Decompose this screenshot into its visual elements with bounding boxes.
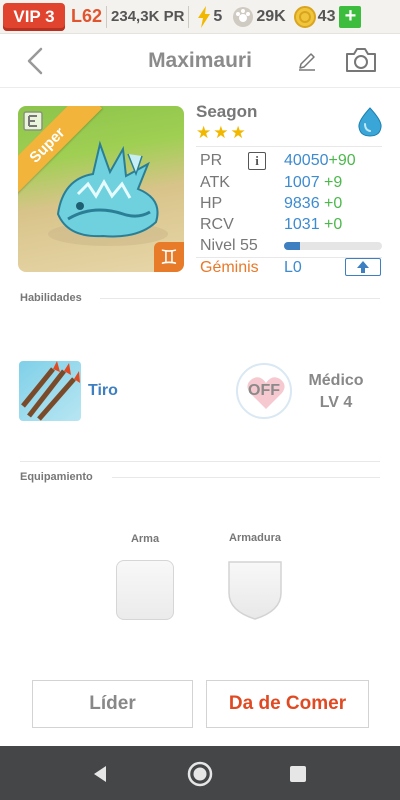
stat-pr-label: PR bbox=[200, 152, 223, 169]
armor-slot-label: Armadura bbox=[229, 532, 281, 544]
set-leader-button[interactable]: Líder bbox=[32, 680, 193, 728]
back-button[interactable] bbox=[22, 44, 48, 78]
zodiac-sign-level: L0 bbox=[284, 259, 302, 276]
page-title: Maximauri bbox=[148, 48, 252, 72]
stat-hp-value: 9836 bbox=[284, 195, 320, 212]
chevron-left-icon bbox=[27, 47, 43, 75]
zodiac-sign-label: Géminis bbox=[200, 259, 259, 276]
star-icon: ★ bbox=[230, 123, 246, 142]
stat-atk-bonus: +9 bbox=[324, 174, 343, 191]
stat-atk-label: ATK bbox=[200, 174, 230, 191]
energy-value: 5 bbox=[213, 7, 223, 25]
monster-image bbox=[48, 140, 168, 246]
edit-name-button[interactable] bbox=[296, 50, 318, 72]
leader-skill-state: OFF bbox=[248, 382, 280, 399]
weapon-slot-label: Arma bbox=[130, 533, 160, 545]
armor-slot[interactable] bbox=[226, 559, 284, 621]
divider bbox=[106, 5, 108, 28]
triangle-back-icon bbox=[94, 766, 106, 782]
stat-rcv-bonus: +0 bbox=[324, 216, 343, 233]
square-recents-icon bbox=[290, 766, 306, 782]
monster-detail-screen: VIP 3 L62 234,3K PR 5 29K 43 + Maximauri… bbox=[0, 0, 400, 800]
pencil-icon bbox=[299, 53, 315, 71]
leader-skill-name: Médico bbox=[308, 372, 364, 389]
leader-skill-badge[interactable]: OFF bbox=[236, 363, 292, 419]
divider bbox=[112, 477, 380, 478]
stat-rcv-value: 1031 bbox=[284, 216, 320, 233]
stat-pr-value: 40050 bbox=[284, 152, 329, 169]
stat-pr-row: 40050+90 bbox=[284, 152, 356, 170]
stat-hp-row: 9836 +0 bbox=[284, 195, 342, 213]
resource-bar: VIP 3 L62 234,3K PR 5 29K 43 + bbox=[0, 0, 400, 34]
food-value: 29K bbox=[256, 7, 286, 25]
vip-badge[interactable]: VIP 3 bbox=[3, 2, 65, 31]
nav-home-button[interactable] bbox=[186, 760, 214, 788]
stat-atk-value: 1007 bbox=[284, 174, 320, 191]
nav-back-button[interactable] bbox=[88, 762, 112, 786]
feed-button[interactable]: Da de Comer bbox=[206, 680, 369, 728]
stat-atk-row: 1007 +9 bbox=[284, 174, 342, 192]
level-label: Nivel 55 bbox=[200, 237, 258, 254]
monster-portrait[interactable]: Super ♊ bbox=[18, 106, 184, 272]
system-navigation-bar bbox=[0, 746, 400, 800]
arrow-up-icon bbox=[357, 261, 369, 273]
stat-rcv-row: 1031 +0 bbox=[284, 216, 342, 234]
skill-name[interactable]: Tiro bbox=[88, 382, 118, 400]
total-power: 234,3K PR bbox=[111, 8, 185, 25]
energy-counter[interactable]: 5 bbox=[197, 5, 223, 28]
star-icon: ★ bbox=[213, 123, 229, 142]
nav-recents-button[interactable] bbox=[287, 763, 309, 785]
coin-counter[interactable]: 43 bbox=[293, 5, 336, 28]
camera-icon bbox=[346, 48, 376, 72]
star-rating: ★ ★ ★ bbox=[196, 124, 246, 141]
circle-home-icon bbox=[187, 761, 213, 787]
stat-hp-label: HP bbox=[200, 195, 223, 212]
skill-icon[interactable] bbox=[19, 361, 81, 421]
equipped-badge-icon bbox=[23, 111, 43, 131]
level-progress-bar bbox=[284, 242, 382, 250]
camera-button[interactable] bbox=[344, 46, 378, 74]
page-header: Maximauri bbox=[0, 34, 400, 88]
abilities-section-title: Habilidades bbox=[20, 292, 82, 304]
lightning-icon bbox=[197, 5, 211, 28]
food-counter[interactable]: 29K bbox=[232, 6, 286, 28]
info-button[interactable]: i bbox=[248, 152, 266, 170]
divider bbox=[20, 461, 380, 462]
water-element-icon bbox=[358, 107, 382, 137]
star-icon: ★ bbox=[196, 123, 212, 142]
upgrade-sign-button[interactable] bbox=[345, 258, 381, 276]
arrows-skill-icon bbox=[21, 361, 80, 421]
stat-hp-bonus: +0 bbox=[324, 195, 343, 212]
player-level: L62 bbox=[71, 6, 103, 26]
stat-pr-bonus: +90 bbox=[328, 152, 356, 169]
equipment-section-title: Equipamiento bbox=[20, 471, 93, 483]
coin-icon bbox=[293, 5, 316, 28]
coin-value: 43 bbox=[317, 7, 336, 25]
weapon-slot[interactable] bbox=[116, 560, 174, 620]
species-name: Seagon bbox=[196, 102, 258, 121]
level-progress-fill bbox=[284, 242, 300, 250]
stat-rcv-label: RCV bbox=[200, 216, 234, 233]
add-currency-button[interactable]: + bbox=[339, 5, 362, 28]
food-icon bbox=[232, 6, 254, 28]
divider bbox=[100, 298, 380, 299]
leader-skill-level: LV 4 bbox=[319, 394, 353, 411]
divider bbox=[188, 5, 190, 28]
zodiac-gemini-icon: ♊ bbox=[154, 242, 184, 272]
divider bbox=[196, 146, 382, 147]
